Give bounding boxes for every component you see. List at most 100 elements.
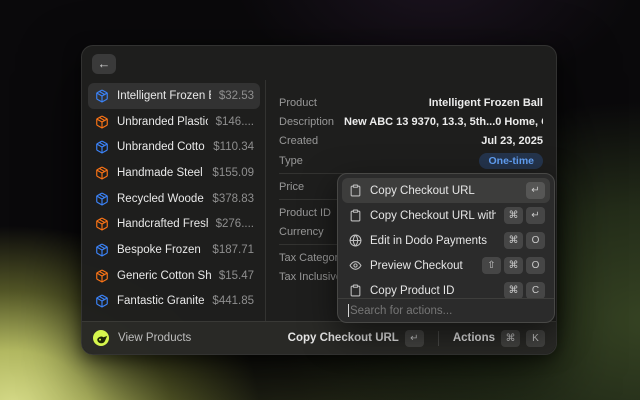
search-placeholder: Search for actions... bbox=[350, 305, 452, 317]
product-price: $15.47 bbox=[219, 270, 254, 282]
detail-label: Currency bbox=[279, 226, 324, 238]
keycap-cmd: ⌘ bbox=[504, 232, 523, 249]
package-icon bbox=[95, 115, 109, 129]
menu-item-label: Copy Product ID bbox=[370, 285, 496, 297]
keycap-shift: ⇧ bbox=[482, 257, 501, 274]
detail-value: Jul 23, 2025 bbox=[328, 135, 543, 147]
package-icon bbox=[95, 217, 109, 231]
detail-label: Type bbox=[279, 155, 303, 167]
detail-value: New ABC 13 9370, 13.3, 5th...0 Home, OS … bbox=[344, 116, 543, 128]
package-icon bbox=[95, 269, 109, 283]
list-item[interactable]: Bespoke Frozen Chips $187.71 bbox=[88, 237, 260, 263]
menu-item-preview-checkout[interactable]: Preview Checkout ⇧ ⌘ O bbox=[342, 253, 550, 278]
keycap-return: ↵ bbox=[526, 182, 545, 199]
package-icon bbox=[95, 294, 109, 308]
list-item[interactable]: Unbranded Cotton Tuna $110.34 bbox=[88, 134, 260, 160]
footer-bar: View Products Copy Checkout URL ↵ Action… bbox=[82, 321, 556, 354]
menu-item-edit-in-dodo-payments[interactable]: Edit in Dodo Payments ⌘ O bbox=[342, 228, 550, 253]
product-name: Generic Cotton Shoes bbox=[117, 270, 211, 282]
detail-row-type: Type One-time bbox=[279, 152, 543, 170]
eye-icon bbox=[349, 259, 362, 272]
keycap-k: K bbox=[526, 330, 545, 347]
detail-row-created: Created Jul 23, 2025 bbox=[279, 132, 543, 150]
product-name: Intelligent Frozen Ball bbox=[117, 90, 211, 102]
product-price: $146.... bbox=[216, 116, 254, 128]
menu-item-label: Edit in Dodo Payments bbox=[370, 235, 496, 247]
list-item[interactable]: Recycled Wooden Shirt $378.83 bbox=[88, 186, 260, 212]
detail-row-description: Description New ABC 13 9370, 13.3, 5th..… bbox=[279, 113, 543, 131]
list-item[interactable]: Fantastic Granite Chips $441.85 bbox=[88, 289, 260, 315]
menu-item-copy-checkout-url-return[interactable]: Copy Checkout URL with Return URL ⌘ ↵ bbox=[342, 203, 550, 228]
list-item[interactable]: Unbranded Plastic Chick... $146.... bbox=[88, 109, 260, 135]
product-name: Handcrafted Fresh Com... bbox=[117, 218, 208, 230]
menu-item-copy-product-id[interactable]: Copy Product ID ⌘ C bbox=[342, 278, 550, 298]
product-price: $155.09 bbox=[212, 167, 254, 179]
product-price: $378.83 bbox=[212, 193, 254, 205]
primary-action-button[interactable]: Copy Checkout URL ↵ bbox=[288, 330, 424, 347]
keycap-cmd: ⌘ bbox=[501, 330, 520, 347]
detail-value: Intelligent Frozen Ball bbox=[327, 97, 543, 109]
product-list: Intelligent Frozen Ball $32.53 Unbranded… bbox=[82, 80, 265, 321]
package-icon bbox=[95, 140, 109, 154]
list-item[interactable]: Generic Cotton Shoes $15.47 bbox=[88, 263, 260, 289]
type-badge: One-time bbox=[479, 153, 543, 169]
package-icon bbox=[95, 89, 109, 103]
product-price: $187.71 bbox=[212, 244, 254, 256]
detail-label: Tax Inclusive bbox=[279, 271, 342, 283]
keycap-return: ↵ bbox=[526, 207, 545, 224]
back-button[interactable]: ← bbox=[92, 54, 116, 74]
product-price: $276.... bbox=[216, 218, 254, 230]
menu-item-copy-checkout-url[interactable]: Copy Checkout URL ↵ bbox=[342, 178, 550, 203]
primary-action-label: Copy Checkout URL bbox=[288, 332, 399, 344]
list-item[interactable]: Intelligent Frozen Ball $32.53 bbox=[88, 83, 260, 109]
product-name: Bespoke Frozen Chips bbox=[117, 244, 204, 256]
launcher-window: ← Intelligent Frozen Ball $32.53 Unbrand… bbox=[81, 45, 557, 355]
keycap-cmd: ⌘ bbox=[504, 257, 523, 274]
keycap-cmd: ⌘ bbox=[504, 282, 523, 298]
clipboard-icon bbox=[349, 284, 362, 297]
window-header: ← bbox=[82, 46, 556, 80]
actions-button-label: Actions bbox=[453, 332, 495, 344]
product-price: $32.53 bbox=[219, 90, 254, 102]
product-price: $110.34 bbox=[213, 141, 254, 153]
detail-label: Tax Category bbox=[279, 252, 344, 264]
detail-label: Product bbox=[279, 97, 317, 109]
detail-label: Product ID bbox=[279, 207, 331, 219]
product-name: Unbranded Plastic Chick... bbox=[117, 116, 208, 128]
list-item[interactable]: Handmade Steel Hat $155.09 bbox=[88, 160, 260, 186]
text-cursor bbox=[348, 304, 349, 317]
product-name: Recycled Wooden Shirt bbox=[117, 193, 204, 205]
product-price: $441.85 bbox=[212, 295, 254, 307]
keycap-c: C bbox=[526, 282, 545, 298]
clipboard-icon bbox=[349, 184, 362, 197]
menu-item-label: Copy Checkout URL with Return URL bbox=[370, 210, 496, 222]
keycap-return: ↵ bbox=[405, 330, 424, 347]
actions-search-field[interactable]: Search for actions... bbox=[338, 298, 554, 322]
product-name: Handmade Steel Hat bbox=[117, 167, 204, 179]
detail-value: One-time bbox=[313, 153, 543, 169]
menu-item-label: Preview Checkout bbox=[370, 260, 474, 272]
package-icon bbox=[95, 243, 109, 257]
menu-item-label: Copy Checkout URL bbox=[370, 185, 518, 197]
clipboard-icon bbox=[349, 209, 362, 222]
dodo-payments-logo-icon bbox=[93, 330, 109, 346]
package-icon bbox=[95, 166, 109, 180]
desktop-background: { "window": { "back_icon": "←" }, "produ… bbox=[0, 0, 640, 400]
detail-label: Price bbox=[279, 181, 304, 193]
footer-divider bbox=[438, 331, 439, 346]
actions-button[interactable]: Actions ⌘ K bbox=[453, 330, 545, 347]
actions-popup: Copy Checkout URL ↵ Copy Checkout URL wi… bbox=[337, 173, 555, 323]
detail-label: Description bbox=[279, 116, 334, 128]
detail-label: Created bbox=[279, 135, 318, 147]
globe-icon bbox=[349, 234, 362, 247]
detail-row-product: Product Intelligent Frozen Ball bbox=[279, 94, 543, 112]
list-item[interactable]: Handcrafted Fresh Com... $276.... bbox=[88, 211, 260, 237]
product-name: Fantastic Granite Chips bbox=[117, 295, 204, 307]
actions-menu: Copy Checkout URL ↵ Copy Checkout URL wi… bbox=[338, 174, 554, 298]
keycap-o: O bbox=[526, 257, 545, 274]
extension-title: View Products bbox=[118, 332, 279, 344]
product-name: Unbranded Cotton Tuna bbox=[117, 141, 205, 153]
package-icon bbox=[95, 192, 109, 206]
keycap-o: O bbox=[526, 232, 545, 249]
keycap-cmd: ⌘ bbox=[504, 207, 523, 224]
